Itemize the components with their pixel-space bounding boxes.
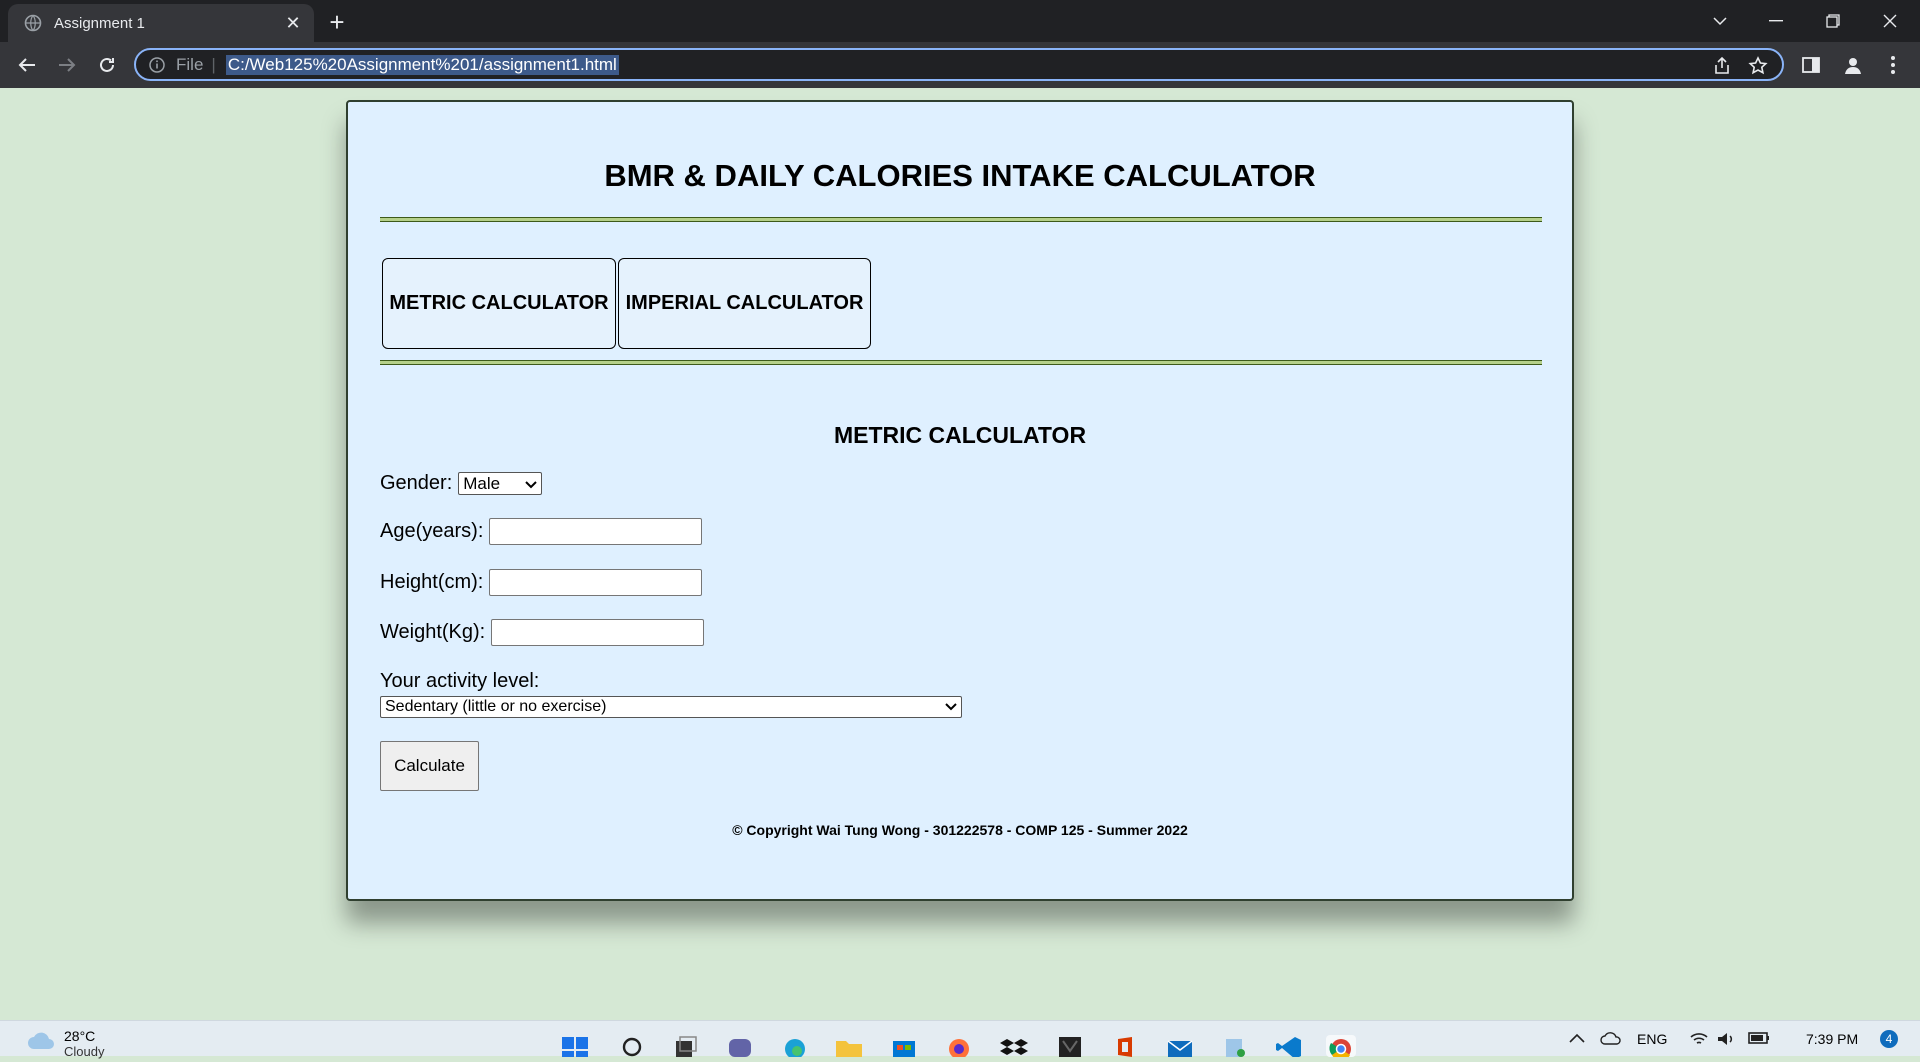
vscode-icon[interactable] <box>1274 1035 1304 1059</box>
back-icon[interactable] <box>12 50 42 80</box>
search-icon[interactable] <box>618 1035 648 1057</box>
url-text[interactable]: C:/Web125%20Assignment%201/assignment1.h… <box>225 54 619 75</box>
height-input[interactable] <box>489 569 703 596</box>
notification-badge[interactable]: 4 <box>1880 1030 1898 1048</box>
chrome-icon[interactable] <box>1326 1035 1356 1061</box>
metric-calculator-tab[interactable]: METRIC CALCULATOR <box>382 258 616 349</box>
minimize-icon[interactable] <box>1748 0 1804 42</box>
section-title: METRIC CALCULATOR <box>833 422 1087 448</box>
teams-chat-icon[interactable] <box>725 1035 755 1057</box>
firefox-icon[interactable] <box>944 1035 974 1059</box>
calculate-button[interactable]: Calculate <box>380 741 479 791</box>
weather-temperature: 28°C <box>64 1028 96 1044</box>
tab-title: Assignment 1 <box>54 14 145 32</box>
middle-divider <box>380 360 1542 365</box>
menu-kebab-icon[interactable] <box>1880 52 1906 78</box>
gender-row: Gender: Male <box>380 472 543 495</box>
cloud-icon <box>28 1032 54 1049</box>
weather-condition: Cloudy <box>64 1044 105 1059</box>
tab-search-icon[interactable] <box>1692 0 1748 42</box>
weight-label: Weight(Kg): <box>380 621 486 643</box>
reload-icon[interactable] <box>92 50 122 80</box>
activity-select[interactable]: Sedentary (little or no exercise) <box>380 696 962 718</box>
globe-icon <box>24 14 42 32</box>
chevron-down-icon <box>945 698 957 716</box>
activity-label: Your activity level: <box>380 670 540 692</box>
weather-widget[interactable]: 28°C Cloudy <box>26 1029 104 1059</box>
wifi-icon[interactable] <box>1689 1031 1709 1050</box>
language-indicator[interactable]: ENG <box>1637 1031 1667 1047</box>
profile-icon[interactable] <box>1840 52 1866 78</box>
page-title: BMR & DAILY CALORIES INTAKE CALCULATOR <box>604 158 1316 193</box>
edge-icon[interactable] <box>780 1035 810 1059</box>
gender-label: Gender: <box>380 472 453 494</box>
activity-row: Your activity level: <box>380 670 545 693</box>
chevron-down-icon <box>525 474 537 494</box>
show-hidden-icons-icon[interactable] <box>1568 1031 1586 1047</box>
gender-value: Male <box>463 473 501 493</box>
omnibox-separator: | <box>211 54 216 74</box>
app-installer-icon[interactable] <box>1220 1035 1250 1057</box>
height-label: Height(cm): <box>380 571 484 593</box>
office-icon[interactable] <box>1110 1035 1140 1057</box>
copyright-footer: © Copyright Wai Tung Wong - 301222578 - … <box>732 822 1188 838</box>
calculator-card: BMR & DAILY CALORIES INTAKE CALCULATOR M… <box>346 100 1574 901</box>
top-divider <box>380 217 1542 222</box>
browser-toolbar: File | C:/Web125%20Assignment%201/assign… <box>0 42 1920 88</box>
weight-row: Weight(Kg): <box>380 619 705 646</box>
scheme-label: File <box>176 54 204 74</box>
activity-value: Sedentary (little or no exercise) <box>385 698 607 715</box>
volume-icon[interactable] <box>1716 1031 1736 1050</box>
microsoft-store-icon[interactable] <box>889 1035 919 1057</box>
close-tab-icon[interactable]: ✕ <box>282 12 304 34</box>
taskbar: 28°C Cloudy ENG 7:39 PM 4 <box>0 1020 1920 1061</box>
browser-tab-strip: Assignment 1 ✕ + <box>0 0 1920 42</box>
age-input[interactable] <box>489 518 703 545</box>
predator-app-icon[interactable] <box>1055 1035 1085 1057</box>
windows-start-icon[interactable] <box>560 1035 590 1057</box>
site-info-icon[interactable] <box>148 56 166 74</box>
age-label: Age(years): <box>380 520 484 542</box>
side-panel-icon[interactable] <box>1798 52 1824 78</box>
onedrive-icon[interactable] <box>1600 1031 1622 1048</box>
height-row: Height(cm): <box>380 569 703 596</box>
gender-select[interactable]: Male <box>458 472 543 495</box>
new-tab-icon[interactable]: + <box>323 7 351 37</box>
imperial-calculator-tab[interactable]: IMPERIAL CALCULATOR <box>618 258 871 349</box>
task-view-icon[interactable] <box>672 1035 702 1057</box>
restore-icon[interactable] <box>1805 0 1861 42</box>
browser-tab[interactable]: Assignment 1 ✕ <box>8 4 314 42</box>
weight-input[interactable] <box>491 619 705 646</box>
close-window-icon[interactable] <box>1862 0 1918 42</box>
age-row: Age(years): <box>380 518 703 545</box>
dropbox-icon[interactable] <box>999 1035 1029 1057</box>
mail-icon[interactable] <box>1165 1035 1195 1057</box>
battery-icon[interactable] <box>1748 1031 1770 1048</box>
share-icon[interactable] <box>1712 56 1732 76</box>
address-bar[interactable]: File | C:/Web125%20Assignment%201/assign… <box>134 48 1784 81</box>
clock-time[interactable]: 7:39 PM <box>1806 1031 1858 1047</box>
forward-icon[interactable] <box>52 50 82 80</box>
file-explorer-icon[interactable] <box>834 1035 864 1057</box>
bookmark-star-icon[interactable] <box>1748 56 1768 76</box>
